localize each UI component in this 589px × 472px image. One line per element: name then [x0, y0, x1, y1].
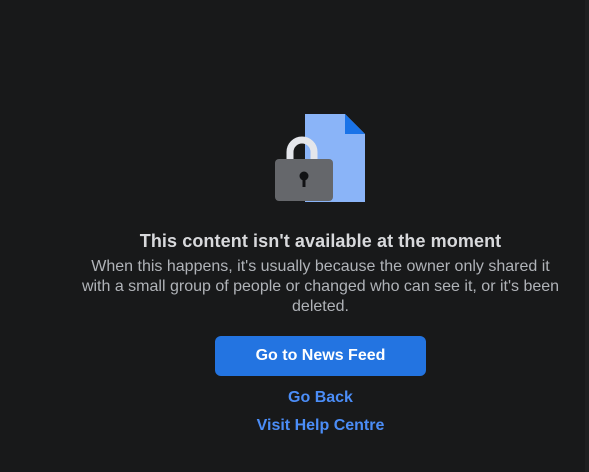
explanation-text: When this happens, it's usually because … — [81, 258, 560, 315]
lock-document-icon — [270, 110, 370, 206]
go-to-news-feed-button[interactable]: Go to News Feed — [215, 336, 426, 376]
visit-help-centre-link[interactable]: Visit Help Centre — [0, 416, 589, 436]
content-unavailable-screen: This content isn't available at the mome… — [0, 0, 589, 472]
page-title: This content isn't available at the mome… — [139, 231, 502, 251]
scrollbar-track[interactable] — [585, 0, 589, 472]
go-back-link[interactable]: Go Back — [0, 388, 589, 408]
